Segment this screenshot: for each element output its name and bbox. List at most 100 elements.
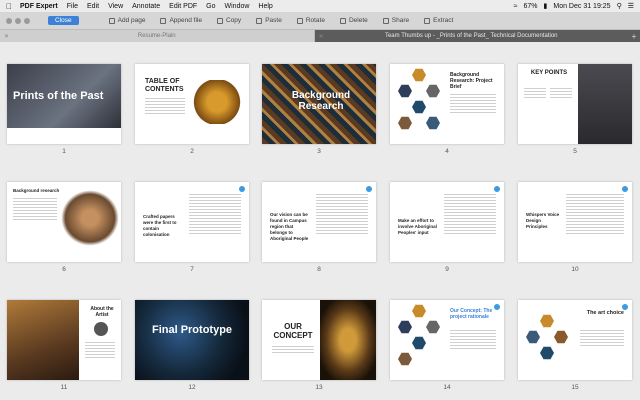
page-number: 7 <box>190 266 194 273</box>
page-thumbnail-11[interactable]: About the Artist <box>7 300 121 380</box>
battery-icon[interactable]: ▮ <box>544 2 548 10</box>
page-thumbnail-4[interactable]: Background Research: Project Brief <box>390 64 504 144</box>
tab-team-thumbs-up[interactable]: ✕ Team Thumbs up - _Prints of the Past_ … <box>314 30 628 42</box>
share-button[interactable]: Share <box>382 17 409 24</box>
share-icon <box>382 17 389 24</box>
tab-close-icon[interactable]: ✕ <box>319 33 324 40</box>
append-file-button[interactable]: Append file <box>160 17 202 24</box>
body-text <box>450 330 496 351</box>
page-title: Crafted papers were the first to contain… <box>143 214 177 237</box>
paste-icon <box>256 17 263 24</box>
body-text <box>13 198 57 222</box>
body-text <box>189 194 241 236</box>
page-number: 9 <box>445 266 449 273</box>
body-text <box>316 194 368 236</box>
page-number: 6 <box>62 266 66 273</box>
artist-photo <box>7 300 79 380</box>
tab-close-icon[interactable]: ✕ <box>4 33 9 40</box>
page-tools: Add page Append file Copy Paste Rotate D… <box>108 17 453 24</box>
toolbar: Close Add page Append file Copy Paste Ro… <box>0 12 640 30</box>
page-title: Make an effort to involve Aboriginal Peo… <box>398 218 437 235</box>
new-tab-button[interactable]: + <box>628 30 640 42</box>
tab-resume-plain[interactable]: ✕ Resume-Plain <box>0 30 315 42</box>
add-page-button[interactable]: Add page <box>108 17 145 24</box>
page-thumbnail-grid: Prints of the Past 1 TABLE OF CONTENTS 2… <box>0 42 640 400</box>
page-title: The art choice <box>586 310 624 316</box>
hex-image <box>412 100 426 114</box>
page-number: 13 <box>315 384 323 391</box>
artwork-image <box>320 300 376 380</box>
copy-button[interactable]: Copy <box>217 17 241 24</box>
prototype-photo <box>135 300 249 380</box>
page-title: Background Research <box>291 90 351 112</box>
menu-file[interactable]: File <box>67 3 78 10</box>
page-thumbnail-1[interactable]: Prints of the Past <box>7 64 121 144</box>
page-thumbnail-3[interactable]: Background Research <box>262 64 376 144</box>
add-page-icon <box>108 17 115 24</box>
page-thumbnail-13[interactable]: OUR CONCEPT <box>262 300 376 380</box>
extract-button[interactable]: Extract <box>424 17 453 24</box>
window-minimize-button[interactable] <box>15 17 21 24</box>
rotate-button[interactable]: Rotate <box>296 17 325 24</box>
body-text <box>272 346 314 355</box>
page-thumbnail-14[interactable]: Our Concept: The project rationale <box>390 300 504 380</box>
paste-button[interactable]: Paste <box>256 17 282 24</box>
delete-button[interactable]: Delete <box>339 17 368 24</box>
apple-icon[interactable]:  <box>6 2 12 11</box>
artwork-image <box>193 80 241 124</box>
page-thumbnail-2[interactable]: TABLE OF CONTENTS <box>135 64 249 144</box>
page-thumbnail-10[interactable]: Whispers Voice Design Principles <box>518 182 632 262</box>
hex-image <box>398 84 412 98</box>
hex-image <box>540 346 554 360</box>
page-number: 11 <box>60 384 68 391</box>
menu-edit-pdf[interactable]: Edit PDF <box>169 3 197 10</box>
window-zoom-button[interactable] <box>24 17 30 24</box>
annotation-badge[interactable] <box>239 186 245 192</box>
page-number: 2 <box>190 148 194 155</box>
menu-edit[interactable]: Edit <box>87 3 99 10</box>
page-number: 5 <box>573 148 577 155</box>
clock[interactable]: Mon Dec 31 19:25 <box>553 3 610 10</box>
trash-icon <box>339 17 346 24</box>
page-thumbnail-6[interactable]: Background research <box>7 182 121 262</box>
plus-icon: + <box>631 31 637 41</box>
page-number: 3 <box>317 148 321 155</box>
window-close-button[interactable] <box>6 17 12 24</box>
battery-percent[interactable]: 67% <box>524 3 538 10</box>
page-title: OUR CONCEPT <box>273 322 313 340</box>
page-thumbnail-8[interactable]: Our vision can be found in Campus region… <box>262 182 376 262</box>
page-thumbnail-15[interactable]: The art choice <box>518 300 632 380</box>
page-thumbnail-9[interactable]: Make an effort to involve Aboriginal Peo… <box>390 182 504 262</box>
body-text <box>550 88 572 100</box>
tab-label: Team Thumbs up - _Prints of the Past_ Te… <box>384 33 558 39</box>
annotation-badge[interactable] <box>494 186 500 192</box>
page-title: Final Prototype <box>151 324 233 336</box>
menu-view[interactable]: View <box>108 3 123 10</box>
body-text <box>450 94 496 115</box>
page-thumbnail-7[interactable]: Crafted papers were the first to contain… <box>135 182 249 262</box>
menu-list-icon[interactable]: ☰ <box>628 2 634 10</box>
wifi-icon[interactable]: ≈ <box>514 3 518 10</box>
menu-annotate[interactable]: Annotate <box>132 3 160 10</box>
hex-image <box>412 304 426 318</box>
menu-help[interactable]: Help <box>258 3 272 10</box>
hex-image <box>412 336 426 350</box>
page-number: 1 <box>62 148 66 155</box>
annotation-badge[interactable] <box>622 186 628 192</box>
page-title: TABLE OF CONTENTS <box>145 78 184 93</box>
search-icon[interactable]: ⚲ <box>617 2 622 10</box>
page-thumbnail-5[interactable]: KEY POINTS <box>518 64 632 144</box>
page-thumbnail-12[interactable]: Final Prototype <box>135 300 249 380</box>
hex-image <box>526 330 540 344</box>
append-file-icon <box>160 17 167 24</box>
body-text <box>524 88 546 100</box>
menu-app-name[interactable]: PDF Expert <box>20 3 58 10</box>
annotation-badge[interactable] <box>366 186 372 192</box>
page-title: Our Concept: The project rationale <box>450 308 493 320</box>
hex-image <box>398 352 412 366</box>
menu-go[interactable]: Go <box>206 3 215 10</box>
page-number: 8 <box>317 266 321 273</box>
page-title: Background Research: Project Brief <box>450 72 493 90</box>
close-button[interactable]: Close <box>48 16 79 25</box>
menu-window[interactable]: Window <box>225 3 250 10</box>
